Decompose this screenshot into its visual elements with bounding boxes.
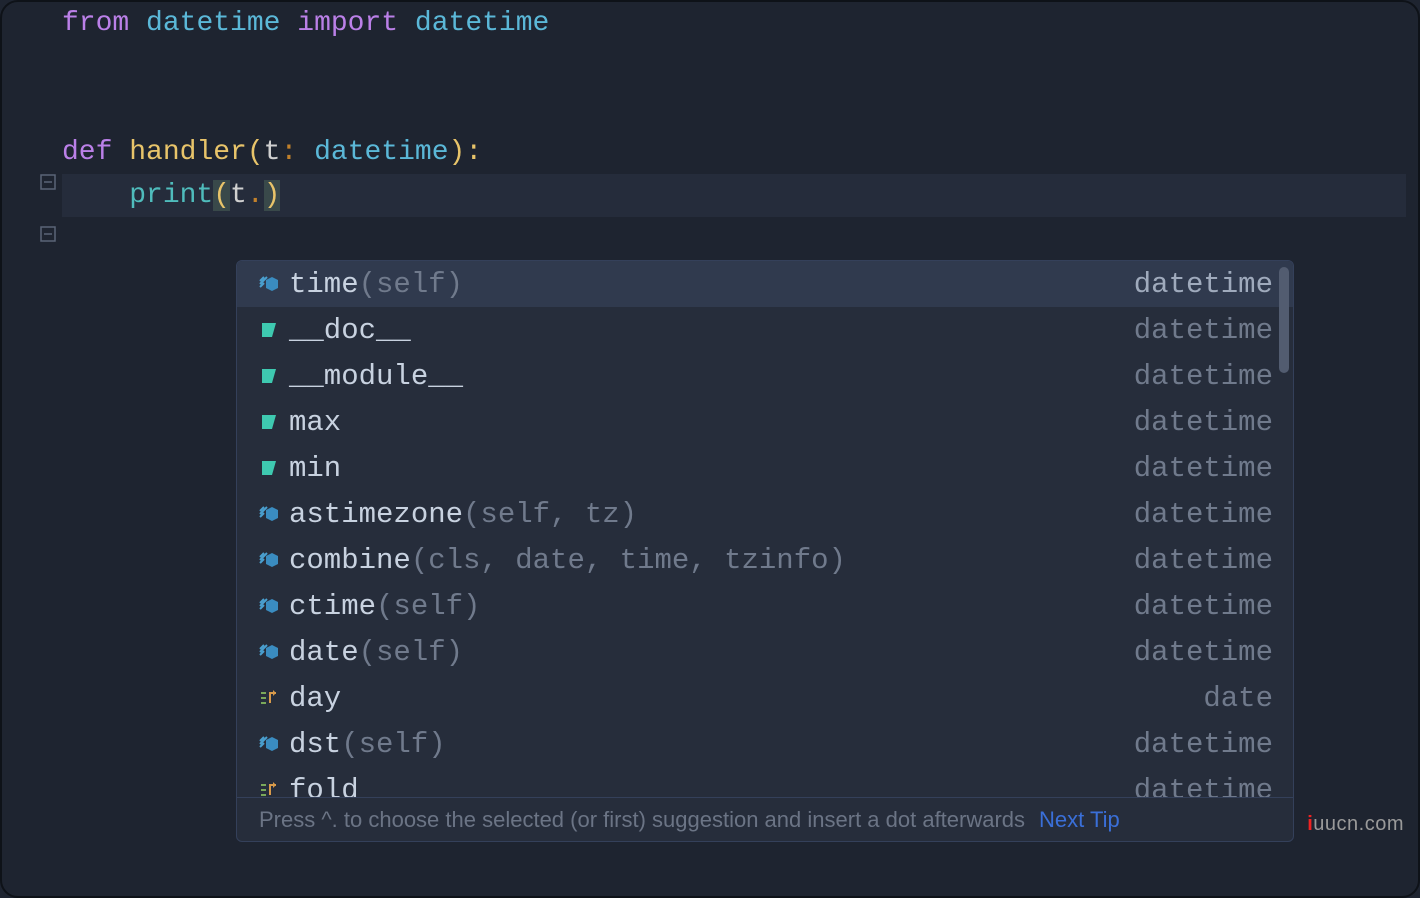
method-icon: [255, 549, 283, 571]
paren-close: ): [264, 180, 281, 211]
fold-end-icon[interactable]: [40, 226, 56, 242]
item-type: datetime: [1134, 314, 1273, 347]
code-line[interactable]: from datetime import datetime: [62, 2, 1406, 45]
method-icon: [255, 595, 283, 617]
paren-open: (: [247, 137, 264, 168]
item-type: datetime: [1134, 360, 1273, 393]
code-line-current[interactable]: print(t.): [62, 174, 1406, 217]
variable: t: [230, 180, 247, 211]
item-name: dst: [289, 728, 341, 761]
item-type: datetime: [1134, 590, 1273, 623]
item-name: fold: [289, 774, 359, 798]
autocomplete-list[interactable]: time(self)datetime__doc__datetime__modul…: [237, 261, 1293, 797]
autocomplete-item[interactable]: day date: [237, 675, 1293, 721]
autocomplete-footer: Press ^. to choose the selected (or firs…: [237, 797, 1293, 841]
autocomplete-item[interactable]: __doc__ datetime: [237, 307, 1293, 353]
item-type: datetime: [1134, 728, 1273, 761]
item-name: date: [289, 636, 359, 669]
item-name: min: [289, 452, 341, 485]
autocomplete-item[interactable]: date(self) datetime: [237, 629, 1293, 675]
item-name: time: [289, 268, 359, 301]
item-type: datetime: [1134, 636, 1273, 669]
item-signature: (self): [341, 728, 445, 761]
call-print: print: [129, 180, 213, 211]
keyword-from: from: [62, 8, 129, 39]
item-name: day: [289, 682, 341, 715]
item-signature: (self): [359, 636, 463, 669]
autocomplete-item[interactable]: combine(cls, date, time, tzinfo) datetime: [237, 537, 1293, 583]
keyword-def: def: [62, 137, 112, 168]
fold-collapse-icon[interactable]: [40, 174, 56, 190]
item-signature: (self): [359, 268, 463, 301]
module-name: datetime: [415, 8, 549, 39]
autocomplete-popup: time(self)datetime__doc__datetime__modul…: [236, 260, 1294, 842]
item-type: datetime: [1134, 268, 1273, 301]
editor-gutter: [40, 2, 60, 896]
field-icon: [255, 457, 283, 479]
code-editor-window: from datetime import datetime def handle…: [0, 0, 1420, 898]
autocomplete-item[interactable]: time(self) datetime: [237, 261, 1293, 307]
item-type: datetime: [1134, 452, 1273, 485]
parameter: t: [264, 137, 281, 168]
autocomplete-item[interactable]: min datetime: [237, 445, 1293, 491]
autocomplete-item[interactable]: dst(self) datetime: [237, 721, 1293, 767]
item-name: combine: [289, 544, 411, 577]
module-name: datetime: [146, 8, 280, 39]
function-name: handler: [129, 137, 247, 168]
item-type: datetime: [1134, 406, 1273, 439]
field-icon: [255, 365, 283, 387]
autocomplete-item[interactable]: astimezone(self, tz) datetime: [237, 491, 1293, 537]
code-area[interactable]: from datetime import datetime def handle…: [62, 2, 1406, 217]
item-type: datetime: [1134, 544, 1273, 577]
method-icon: [255, 503, 283, 525]
item-name: ctime: [289, 590, 376, 623]
method-icon: [255, 733, 283, 755]
code-line[interactable]: def handler(t: datetime):: [62, 131, 1406, 174]
code-line-empty[interactable]: [62, 88, 1406, 131]
next-tip-link[interactable]: Next Tip: [1039, 807, 1120, 833]
autocomplete-item[interactable]: __module__ datetime: [237, 353, 1293, 399]
property-icon: [255, 687, 283, 709]
field-icon: [255, 411, 283, 433]
item-type: datetime: [1134, 498, 1273, 531]
autocomplete-item[interactable]: max datetime: [237, 399, 1293, 445]
scrollbar-thumb[interactable]: [1279, 267, 1289, 373]
field-icon: [255, 319, 283, 341]
footer-hint-text: Press ^. to choose the selected (or firs…: [259, 807, 1025, 833]
watermark-text: uucn.com: [1313, 813, 1404, 835]
keyword-import: import: [297, 8, 398, 39]
watermark: iuucn.com: [1307, 813, 1404, 836]
autocomplete-item[interactable]: ctime(self) datetime: [237, 583, 1293, 629]
item-name: __doc__: [289, 314, 411, 347]
item-signature: (self, tz): [463, 498, 637, 531]
item-name: astimezone: [289, 498, 463, 531]
item-signature: (cls, date, time, tzinfo): [411, 544, 846, 577]
item-type: datetime: [1134, 774, 1273, 798]
type-name: datetime: [314, 137, 448, 168]
dot: .: [247, 180, 264, 211]
type-colon: :: [280, 137, 314, 168]
item-name: __module__: [289, 360, 463, 393]
method-icon: [255, 273, 283, 295]
indent: [62, 180, 129, 211]
method-icon: [255, 641, 283, 663]
autocomplete-item[interactable]: fold datetime: [237, 767, 1293, 797]
item-name: max: [289, 406, 341, 439]
paren-open: (: [213, 180, 230, 211]
code-line-empty[interactable]: [62, 45, 1406, 88]
property-icon: [255, 779, 283, 797]
paren-close: ):: [449, 137, 483, 168]
item-type: date: [1203, 682, 1273, 715]
item-signature: (self): [376, 590, 480, 623]
